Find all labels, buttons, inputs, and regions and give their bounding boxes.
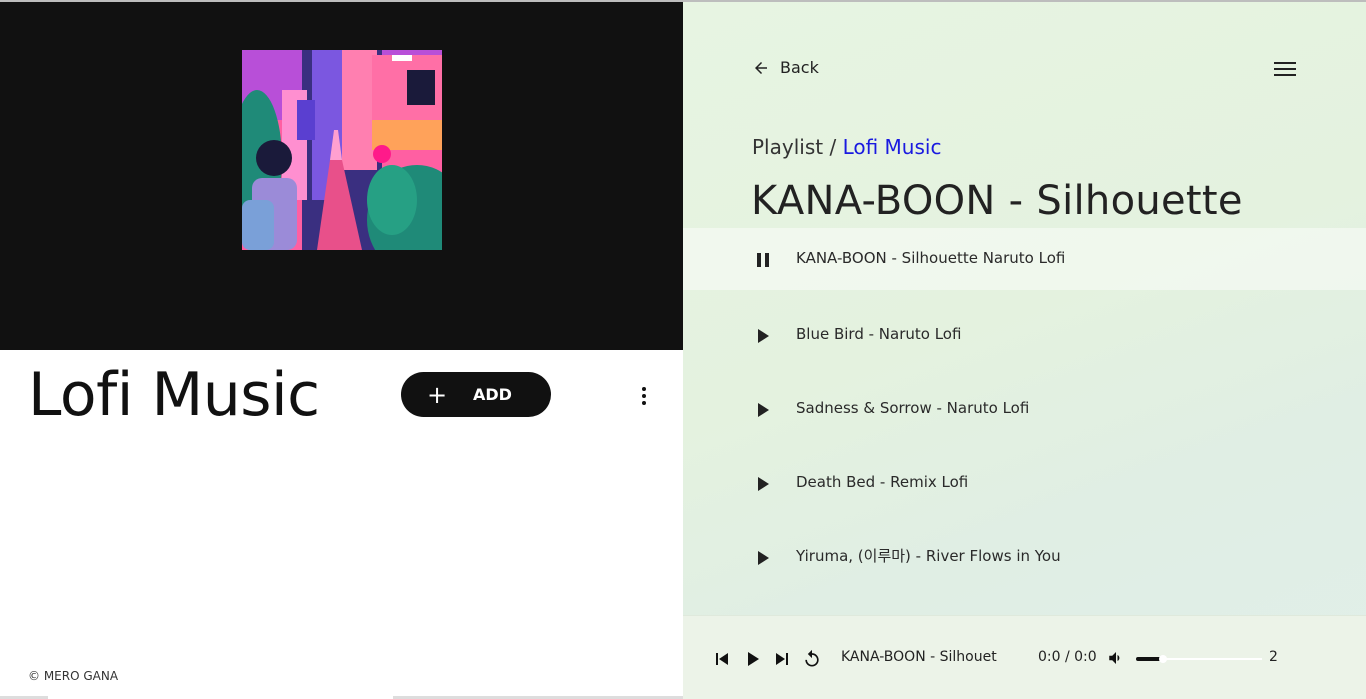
arrow-left-icon	[755, 61, 767, 74]
track-list: KANA-BOON - Silhouette Naruto Lofi Blue …	[683, 228, 1366, 598]
add-button[interactable]: + ADD	[401, 372, 551, 417]
track-row[interactable]: Yiruma, (이루마) - River Flows in You	[683, 524, 1366, 598]
playlist-cover-art	[242, 50, 442, 250]
track-row[interactable]: Death Bed - Remix Lofi	[683, 450, 1366, 524]
plus-icon: +	[426, 380, 448, 409]
breadcrumb-prefix: Playlist	[752, 135, 824, 159]
replay-icon[interactable]	[801, 648, 823, 670]
more-vert-icon[interactable]	[632, 384, 656, 408]
track-row[interactable]: KANA-BOON - Silhouette Naruto Lofi	[683, 228, 1366, 290]
volume-slider-knob[interactable]	[1159, 655, 1168, 663]
track-row[interactable]: Sadness & Sorrow - Naruto Lofi	[683, 376, 1366, 450]
volume-value: 2	[1269, 649, 1278, 665]
track-name: Yiruma, (이루마) - River Flows in You	[796, 547, 1061, 565]
back-label: Back	[780, 58, 819, 77]
play-icon[interactable]	[751, 324, 775, 348]
volume-slider[interactable]	[1136, 655, 1262, 663]
play-icon[interactable]	[751, 472, 775, 496]
add-button-label: ADD	[473, 385, 512, 404]
copyright-text: © MERO GANA	[28, 669, 119, 683]
breadcrumb: Playlist / Lofi Music	[752, 135, 941, 159]
play-icon[interactable]	[751, 398, 775, 422]
track-row[interactable]: Blue Bird - Naruto Lofi	[683, 302, 1366, 376]
skip-next-icon[interactable]	[771, 648, 793, 670]
playlist-pane: Lofi Music + ADD © MERO GANA	[0, 2, 683, 699]
track-name: KANA-BOON - Silhouette Naruto Lofi	[796, 249, 1066, 267]
breadcrumb-separator: /	[829, 135, 837, 159]
skip-previous-icon[interactable]	[711, 648, 733, 670]
volume-slider-fill	[1136, 657, 1162, 661]
player-pane: Back Playlist / Lofi Music KANA-BOON - S…	[683, 2, 1366, 699]
track-name: Death Bed - Remix Lofi	[796, 473, 969, 491]
pause-icon[interactable]	[751, 248, 775, 272]
volume-icon[interactable]	[1107, 649, 1127, 669]
player-bar: KANA-BOON - Silhouet 0:0 / 0:0 2	[683, 615, 1366, 699]
cover-area	[0, 2, 683, 350]
back-button[interactable]: Back	[752, 58, 819, 77]
track-name: Blue Bird - Naruto Lofi	[796, 325, 962, 343]
hamburger-icon[interactable]	[1274, 60, 1296, 78]
now-playing-title: KANA-BOON - Silhouette	[751, 178, 1243, 224]
play-icon[interactable]	[742, 648, 764, 670]
current-track-name: KANA-BOON - Silhouet	[841, 649, 997, 665]
breadcrumb-playlist-link[interactable]: Lofi Music	[843, 135, 942, 159]
playlist-title: Lofi Music	[28, 360, 320, 430]
time-readout: 0:0 / 0:0	[1038, 649, 1097, 665]
play-icon[interactable]	[751, 546, 775, 570]
track-name: Sadness & Sorrow - Naruto Lofi	[796, 399, 1030, 417]
